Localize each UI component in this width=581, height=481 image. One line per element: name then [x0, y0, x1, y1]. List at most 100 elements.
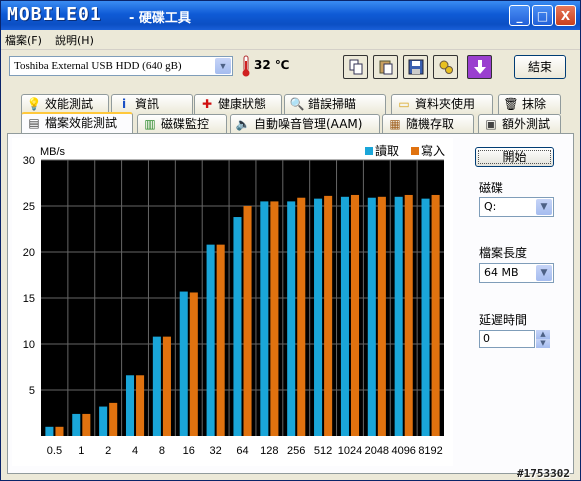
tab-error-scan[interactable]: 🔍 錯誤掃瞄: [284, 94, 386, 114]
y-tick-label: 20: [23, 247, 35, 259]
paste-icon: [379, 60, 392, 75]
random-access-icon: ▦: [389, 117, 401, 131]
download-button[interactable]: [467, 55, 492, 79]
drive-select-value: Q:: [484, 200, 497, 213]
tab-label: 資訊: [135, 97, 160, 111]
read-bar: [179, 291, 188, 436]
x-tick-label: 32: [210, 445, 222, 457]
close-button[interactable]: X: [555, 5, 576, 26]
x-tick-label: 4096: [391, 445, 415, 457]
app-logo: MOBILE01: [7, 4, 102, 25]
read-bar: [314, 198, 323, 436]
title-bar[interactable]: MOBILE01 - 硬碟工具 _ □ X: [1, 1, 580, 30]
tab-benchmark[interactable]: 💡 效能測試: [21, 94, 109, 114]
save-button[interactable]: [403, 55, 428, 79]
options-icon: [439, 60, 453, 74]
tab-label: 自動噪音管理(AAM): [254, 117, 363, 131]
read-bar: [340, 196, 349, 436]
magnifier-icon: 🔍: [289, 97, 305, 111]
tab-label: 效能測試: [45, 97, 94, 111]
drive-select[interactable]: Q: ▼: [479, 197, 554, 217]
x-tick-label: 8: [159, 445, 165, 457]
y-axis-label: MB/s: [40, 146, 66, 158]
write-bar: [82, 413, 91, 436]
x-tick-label: 128: [260, 445, 278, 457]
file-length-value: 64 MB: [484, 266, 519, 279]
x-tick-label: 2048: [365, 445, 389, 457]
x-tick-label: 512: [314, 445, 332, 457]
minimize-button[interactable]: _: [509, 5, 530, 26]
delay-input[interactable]: 0: [479, 330, 535, 348]
spin-down-icon[interactable]: ▼: [536, 339, 550, 348]
x-tick-label: 1: [78, 445, 84, 457]
benchmark-chart: 5 10 15 20 25 30 0.5 1 2 4 8 16 32 64 128 256 512 1024 204…: [12, 138, 453, 466]
read-bar: [152, 336, 161, 436]
legend-label: 寫入: [421, 143, 445, 158]
tab-erase[interactable]: 🗑 抹除: [498, 94, 561, 114]
write-bar: [216, 244, 225, 436]
y-tick-label: 15: [23, 293, 35, 305]
x-tick-label: 1024: [338, 445, 362, 457]
window-title: - 硬碟工具: [129, 11, 191, 26]
y-tick-label: 30: [23, 155, 35, 167]
download-icon: [473, 60, 486, 74]
toolbar: Toshiba External USB HDD (640 gB) ▼ 32 ℃: [1, 50, 580, 88]
spin-up-icon[interactable]: ▲: [536, 330, 550, 339]
start-button[interactable]: 開始: [475, 147, 554, 167]
delay-label: 延遲時間: [479, 313, 528, 327]
write-bar: [404, 194, 413, 436]
tab-info[interactable]: i 資訊: [111, 94, 193, 114]
maximize-button[interactable]: □: [532, 5, 553, 26]
file-length-select[interactable]: 64 MB ▼: [479, 263, 554, 283]
tab-health[interactable]: ✚ 健康狀態: [194, 94, 282, 114]
save-icon: [408, 59, 423, 75]
write-bar: [109, 402, 118, 436]
menu-help[interactable]: 說明(H): [55, 32, 94, 48]
write-bar: [297, 197, 306, 436]
copy-icon: [349, 59, 362, 75]
read-bar: [260, 201, 269, 436]
read-bar: [206, 244, 215, 436]
legend-read-swatch: [365, 147, 373, 155]
tab-label: 隨機存取: [406, 117, 455, 131]
write-bar: [350, 194, 360, 436]
tab-label: 磁碟監控: [161, 117, 210, 131]
speaker-icon: 🔈: [235, 117, 251, 131]
y-tick-label: 5: [29, 385, 35, 397]
monitor-chart-icon: ▥: [144, 117, 156, 131]
read-bar: [72, 413, 81, 436]
tab-random-access[interactable]: ▦ 隨機存取: [382, 114, 474, 134]
device-select[interactable]: Toshiba External USB HDD (640 gB) ▼: [9, 56, 233, 76]
chevron-down-icon[interactable]: ▼: [215, 58, 231, 74]
app-window: MOBILE01 - 硬碟工具 _ □ X 檔案(F) 說明(H) Toshib…: [0, 0, 581, 481]
write-bar: [189, 292, 198, 436]
exit-button[interactable]: 結束: [514, 55, 566, 79]
chevron-down-icon[interactable]: ▼: [536, 265, 552, 281]
copy-button[interactable]: [343, 55, 368, 79]
options-button[interactable]: [433, 55, 458, 79]
legend-write-swatch: [411, 147, 419, 155]
write-bar: [431, 194, 440, 436]
tab-label: 檔案效能測試: [45, 116, 118, 130]
tab-file-benchmark[interactable]: ▤ 檔案效能測試: [21, 112, 133, 134]
tab-label: 健康狀態: [218, 97, 267, 111]
read-bar: [394, 196, 403, 436]
tab-folder-usage[interactable]: ▭ 資料夾使用: [391, 94, 493, 114]
read-bar: [45, 426, 54, 436]
chevron-down-icon[interactable]: ▼: [536, 199, 552, 215]
read-bar: [99, 406, 108, 436]
extra-test-icon: ▣: [485, 117, 497, 131]
folder-icon: ▭: [398, 97, 410, 111]
y-tick-label: 25: [23, 201, 35, 213]
y-tick-label: 10: [23, 339, 35, 351]
tab-aam[interactable]: 🔈 自動噪音管理(AAM): [230, 114, 380, 134]
read-bar: [367, 197, 376, 436]
x-tick-label: 256: [287, 445, 305, 457]
tab-extra-tests[interactable]: ▣ 額外測試: [478, 114, 561, 134]
device-select-value: Toshiba External USB HDD (640 gB): [14, 60, 182, 72]
write-bar: [55, 426, 64, 436]
menu-file[interactable]: 檔案(F): [5, 32, 42, 48]
paste-button[interactable]: [373, 55, 398, 79]
read-bar: [233, 217, 242, 436]
tab-disk-monitor[interactable]: ▥ 磁碟監控: [137, 114, 227, 134]
